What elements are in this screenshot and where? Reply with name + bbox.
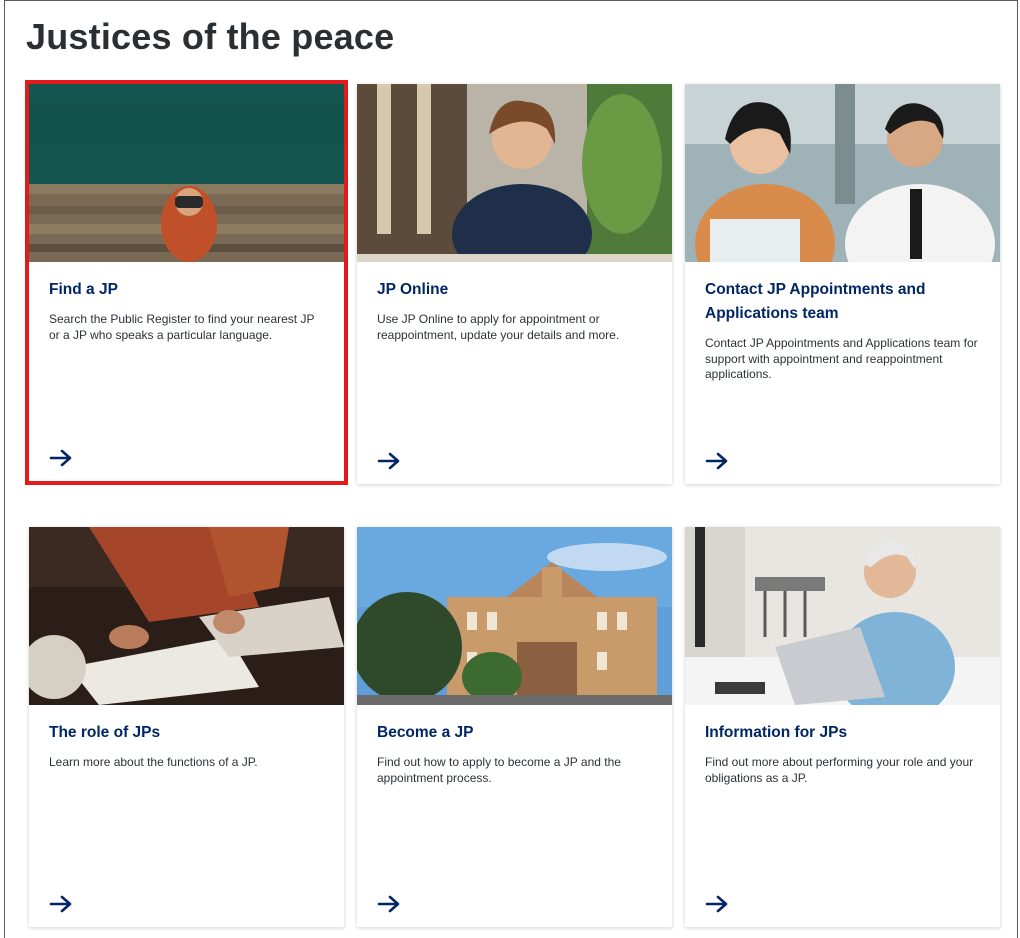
arrow-right-icon[interactable] xyxy=(377,452,401,470)
card-contact-jp-appointments[interactable]: Contact JP Appointments and Applications… xyxy=(685,84,1000,484)
card-description: Find out how to apply to become a JP and… xyxy=(377,755,621,785)
card-image xyxy=(357,527,672,705)
card-title: Contact JP Appointments and Applications… xyxy=(705,281,926,322)
card-image xyxy=(357,84,672,262)
card-title: Information for JPs xyxy=(705,724,848,741)
card-description: Find out more about performing your role… xyxy=(705,755,974,785)
arrow-right-icon[interactable] xyxy=(705,895,729,913)
card-image xyxy=(685,84,1000,262)
card-title: JP Online xyxy=(377,281,449,298)
card-title: Find a JP xyxy=(49,281,118,298)
card-description: Search the Public Register to find your … xyxy=(49,312,315,342)
arrow-right-icon[interactable] xyxy=(377,895,401,913)
arrow-right-icon[interactable] xyxy=(49,895,73,913)
card-description: Use JP Online to apply for appointment o… xyxy=(377,312,620,342)
card-image xyxy=(29,84,344,262)
card-image xyxy=(685,527,1000,705)
card-jp-online[interactable]: JP Online Use JP Online to apply for app… xyxy=(357,84,672,484)
card-description: Learn more about the functions of a JP. xyxy=(49,755,258,769)
arrow-right-icon[interactable] xyxy=(705,452,729,470)
card-description: Contact JP Appointments and Applications… xyxy=(705,336,978,381)
card-find-a-jp[interactable]: Find a JP Search the Public Register to … xyxy=(25,80,348,485)
card-role-of-jps[interactable]: The role of JPs Learn more about the fun… xyxy=(29,527,344,927)
card-become-a-jp[interactable]: Become a JP Find out how to apply to bec… xyxy=(357,527,672,927)
card-information-for-jps[interactable]: Information for JPs Find out more about … xyxy=(685,527,1000,927)
card-title: The role of JPs xyxy=(49,724,161,741)
arrow-right-icon[interactable] xyxy=(49,449,73,467)
card-title: Become a JP xyxy=(377,724,474,741)
card-image xyxy=(29,527,344,705)
page-title: Justices of the peace xyxy=(26,16,395,57)
